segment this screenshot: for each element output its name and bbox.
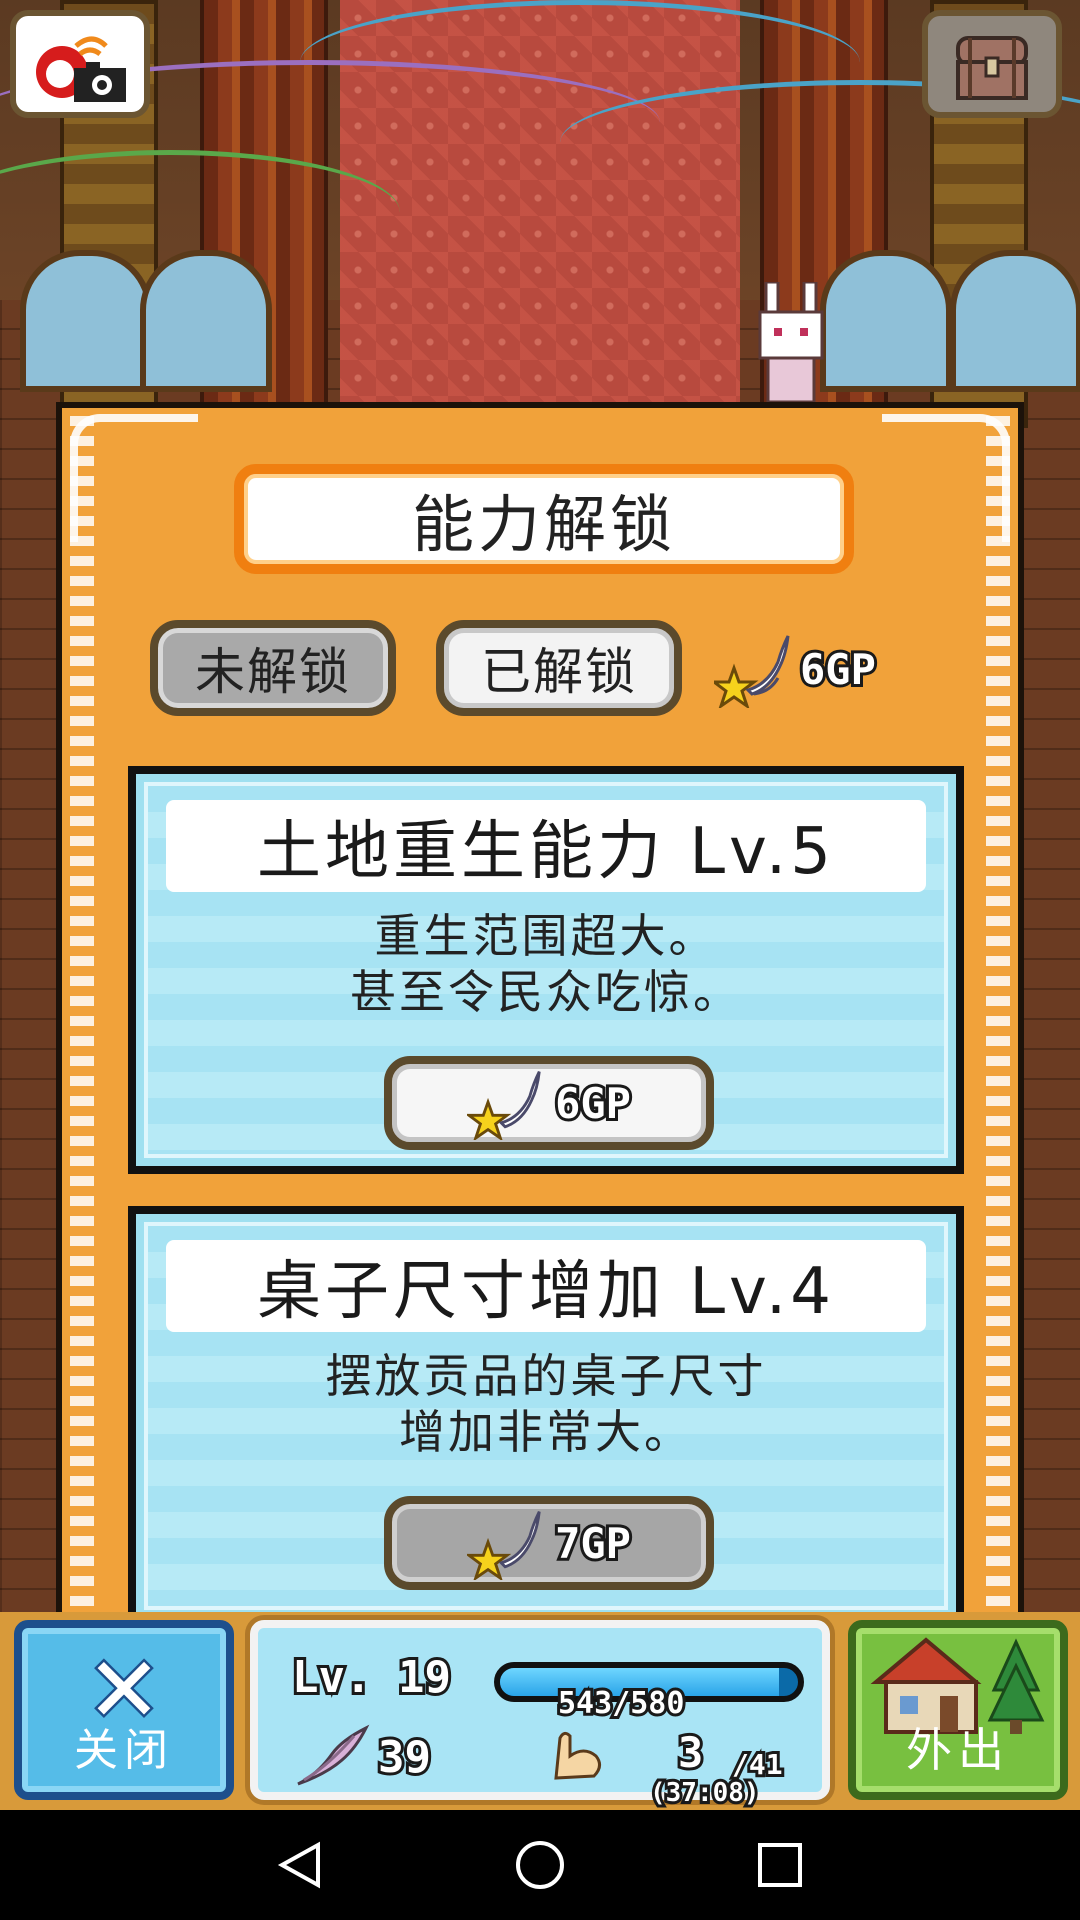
ability-description: 摆放贡品的桌子尺寸 增加非常大。 [166, 1348, 926, 1460]
muscle-arm-icon [554, 1731, 601, 1780]
arched-window [950, 250, 1080, 392]
description-line: 摆放贡品的桌子尺寸 [325, 1349, 767, 1403]
system-navigation-bar [0, 1810, 1080, 1920]
corner-ornament [70, 414, 198, 542]
stamina-current: 3 [675, 1725, 706, 1780]
feather-icon [297, 1724, 370, 1786]
screenshot-share-button[interactable] [10, 10, 150, 118]
panel-border-right [986, 416, 1010, 1612]
player-status: Lv. 19 543/580 39 3 /41 (37:08) [250, 1620, 830, 1811]
star-wing-icon [467, 1511, 541, 1580]
back-icon[interactable] [274, 1839, 326, 1891]
ability-card: 土地重生能力 Lv.5 重生范围超大。 甚至令民众吃惊。 6GP [128, 766, 964, 1174]
ability-cost: 6GP [552, 1076, 634, 1131]
stamina-timer: (37:08) [647, 1775, 763, 1811]
unlock-ability-button[interactable]: 6GP [384, 1056, 714, 1150]
ability-title: 土地重生能力 Lv.5 [166, 800, 926, 892]
feather-count: 39 [375, 1729, 434, 1786]
unlock-ability-button[interactable]: 7GP [384, 1496, 714, 1590]
player-level: Lv. 19 [289, 1649, 454, 1706]
tab-unlocked[interactable]: 已解锁 [436, 620, 682, 716]
bunny-character [758, 282, 824, 402]
arched-window [820, 250, 952, 392]
gp-balance: 6GP [714, 630, 879, 708]
description-line: 重生范围超大。 [374, 909, 718, 963]
treasure-chest-icon [956, 36, 1028, 100]
gp-balance-value: 6GP [797, 642, 879, 697]
tab-locked[interactable]: 未解锁 [150, 620, 396, 716]
close-button[interactable]: ✕ 关闭 [14, 1620, 234, 1800]
star-wing-icon [714, 635, 790, 708]
go-out-button[interactable]: 外出 [848, 1620, 1068, 1800]
close-label: 关闭 [74, 1725, 174, 1776]
bottom-hud: ✕ 关闭 Lv. 19 543/580 39 3 /41 (37:08) 外出 [0, 1612, 1080, 1811]
inventory-chest-button[interactable] [922, 10, 1062, 118]
exp-text: 543/580 [555, 1683, 687, 1724]
stamina-max: /41 [729, 1745, 786, 1784]
star-wing-icon [467, 1071, 541, 1140]
ability-description: 重生范围超大。 甚至令民众吃惊。 [166, 908, 926, 1020]
home-icon[interactable] [514, 1839, 566, 1891]
description-line: 甚至令民众吃惊。 [350, 965, 742, 1019]
ability-title: 桌子尺寸增加 Lv.4 [166, 1240, 926, 1332]
panel-border-left [70, 416, 94, 1612]
recent-apps-icon[interactable] [754, 1839, 806, 1891]
ability-card: 桌子尺寸增加 Lv.4 摆放贡品的桌子尺寸 增加非常大。 7GP [128, 1206, 964, 1612]
go-out-label: 外出 [906, 1723, 1010, 1777]
panel-title: 能力解锁 [411, 488, 676, 561]
panel-title-box: 能力解锁 [234, 464, 854, 574]
ability-cost: 7GP [552, 1516, 634, 1571]
camera-icon [36, 36, 126, 102]
corner-ornament [882, 414, 1010, 542]
description-line: 增加非常大。 [399, 1405, 693, 1459]
ability-unlock-panel: 能力解锁 未解锁 已解锁 6GP 土地重生能力 Lv.5 重生范围超大。 甚至令… [56, 402, 1024, 1612]
